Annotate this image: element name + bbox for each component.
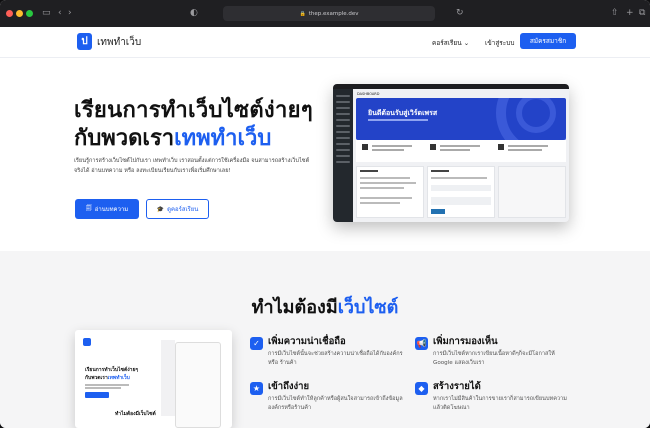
back-icon[interactable]: ‹ (58, 7, 62, 19)
logo-icon[interactable]: ป (77, 33, 92, 50)
tag-icon: ◆ (415, 382, 428, 395)
url-text: thep.example.dev (308, 10, 359, 17)
feature-desc-visibility: การมีเว็บไซต์หากเราเขียนเนื้อหาดีๆก็จะมี… (433, 351, 555, 366)
hero-title-accent: เทพทำเว็บ (174, 126, 272, 151)
shield-icon[interactable]: ◐ (190, 7, 198, 19)
dashboard-panel-right (498, 166, 566, 218)
sidebar-toggle-icon[interactable]: ▭ (42, 7, 51, 19)
maximize-window-button[interactable] (26, 10, 33, 17)
lock-icon: 🔒 (299, 10, 306, 17)
dashboard-welcome-banner: ยินดีต้อนรับสู่เวิร์ดเพรส (356, 98, 566, 140)
mini-subtitle: ทำไมต้องมีเว็บไซต์ (115, 411, 156, 417)
reload-icon[interactable]: ↻ (456, 7, 464, 19)
address-bar[interactable]: 🔒 thep.example.dev (223, 6, 435, 21)
browser-window: ▭ ‹ › ◐ 🔒 thep.example.dev ↻ ⇧ + ⧉ ป เทพ… (0, 0, 650, 428)
why-title-accent: เว็บไซต์ (337, 297, 399, 318)
nav-login-link[interactable]: เข้าสู่ระบบ (485, 38, 515, 48)
graduation-cap-icon: 🎓 (156, 205, 165, 213)
minimize-window-button[interactable] (16, 10, 23, 17)
star-icon: ★ (250, 382, 263, 395)
feature-title-revenue: สร้างรายได้ (433, 381, 481, 392)
hero-description: เรียนรู้การสร้างเว็บไซต์ไปกับเรา เทพทำเว… (74, 158, 310, 174)
dashboard-welcome-cards (356, 140, 566, 162)
browser-toolbar: ▭ ‹ › ◐ 🔒 thep.example.dev ↻ ⇧ + ⧉ (0, 0, 650, 27)
new-tab-icon[interactable]: + (626, 7, 634, 19)
feature-title-accessible: เข้าถึงง่าย (268, 381, 310, 392)
close-window-button[interactable] (6, 10, 13, 17)
read-articles-button[interactable]: 🗐 อ่านบทความ (75, 199, 139, 219)
share-icon[interactable]: ⇧ (611, 7, 619, 19)
dashboard-adminbar (333, 84, 569, 89)
why-section-title: ทำไมต้องมีเว็บไซต์ (0, 292, 650, 321)
signup-button[interactable]: สมัครสมาชิก (520, 33, 576, 49)
logo-text[interactable]: เทพทำเว็บ (97, 35, 141, 50)
view-courses-button[interactable]: 🎓 ดูคอร์สเรียน (146, 199, 209, 219)
read-articles-label: อ่านบทความ (94, 206, 129, 213)
megaphone-icon: 📢 (415, 337, 428, 350)
dashboard-screenshot: DASHBOARD ยินดีต้อนรับสู่เวิร์ดเพรส (333, 84, 569, 222)
check-icon: ✓ (250, 337, 263, 350)
article-icon: 🗐 (85, 205, 92, 212)
why-title-prefix: ทำไมต้องมี (251, 297, 338, 318)
mini-title-line1: เรียนการทำเว็บไซต์ง่ายๆ (85, 367, 139, 373)
dashboard-banner-title: ยินดีต้อนรับสู่เวิร์ดเพรส (368, 109, 438, 117)
mini-title-line2: กับพวดเราเทพทำเว็บ (85, 375, 130, 381)
hero-title-prefix: กับพวดเรา (74, 126, 175, 151)
nav-courses-dropdown[interactable]: คอร์สเรียน ⌄ (432, 38, 469, 48)
feature-title-visibility: เพิ่มการมองเห็น (433, 336, 498, 347)
dashboard-sidebar (333, 89, 353, 222)
view-courses-label: ดูคอร์สเรียน (167, 206, 199, 213)
feature-desc-revenue: หากเราไม่มีสินค้าในการขายเราก็สามารถเขีย… (433, 396, 567, 411)
tab-overview-icon[interactable]: ⧉ (639, 7, 645, 19)
mini-site-screenshot: เรียนการทำเว็บไซต์ง่ายๆ กับพวดเราเทพทำเว… (75, 330, 232, 428)
dashboard-panel-left (356, 166, 424, 218)
hero-title-line2: กับพวดเราเทพทำเว็บ (74, 120, 271, 155)
dashboard-title: DASHBOARD (357, 92, 380, 96)
forward-icon[interactable]: › (68, 7, 72, 19)
dashboard-panel-middle (427, 166, 495, 218)
feature-desc-credibility: การมีเว็บไซต์นั้นจะช่วยสร้างความน่าเชื่อ… (268, 351, 403, 366)
feature-desc-accessible: การมีเว็บไซต์ทำให้ลูกค้าหรือผู้สนใจสามาร… (268, 396, 403, 411)
feature-title-credibility: เพิ่มความน่าเชื่อถือ (268, 336, 346, 347)
